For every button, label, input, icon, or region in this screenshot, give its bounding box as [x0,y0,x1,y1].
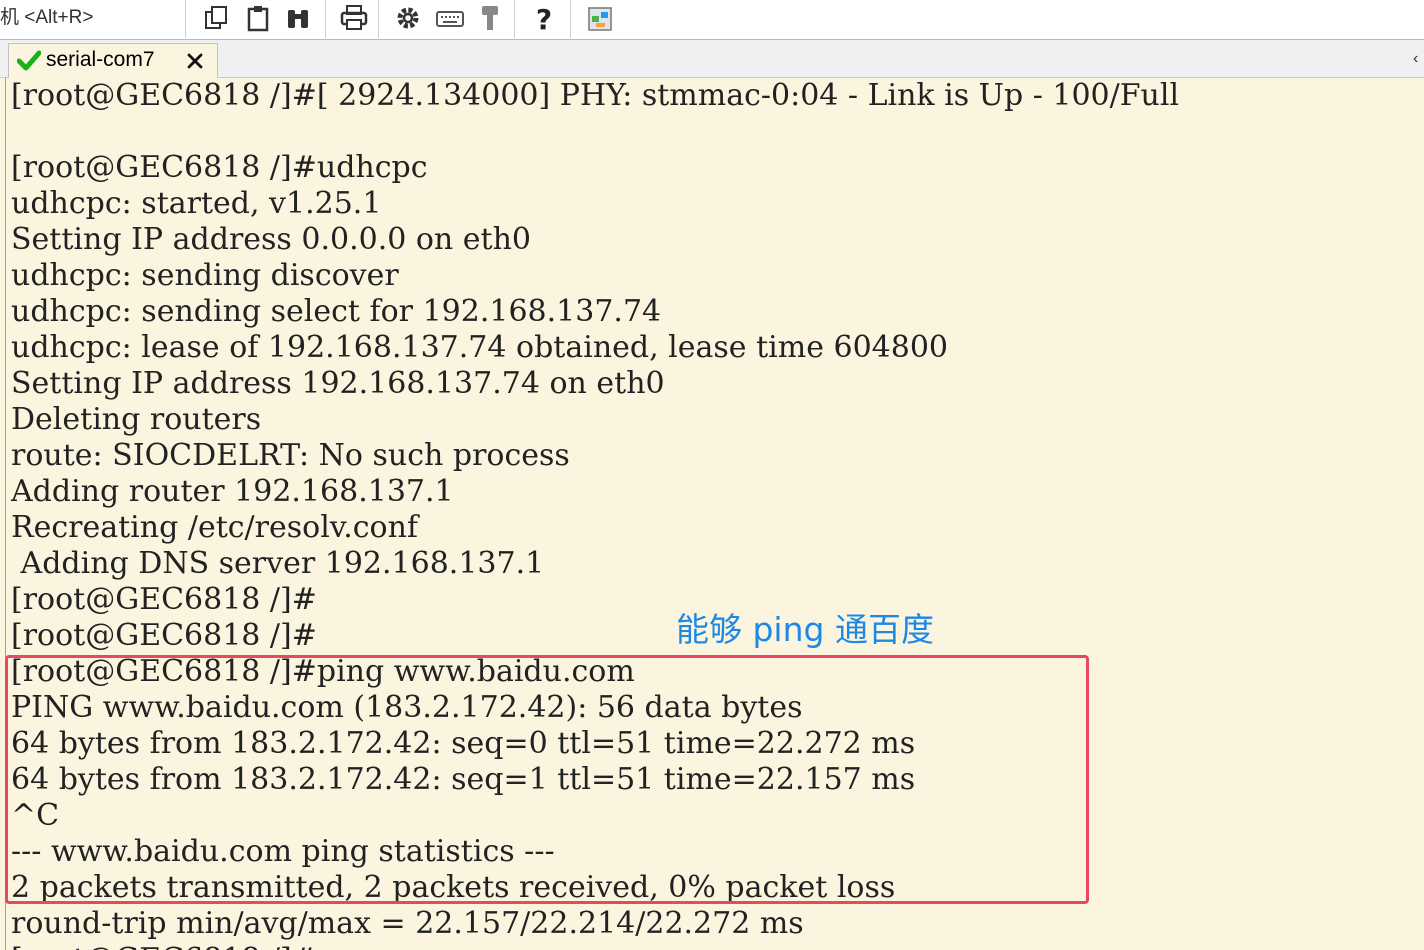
terminal-line: [root@GEC6818 /]# [11,582,317,617]
tab-bar: serial-com7 ‹ [0,40,1424,78]
tab-scroll-left-icon[interactable]: ‹ [1413,50,1418,68]
shortcut-hint: 机 <Alt+R> [0,7,94,28]
terminal-line: udhcpc: lease of 192.168.137.74 obtained… [11,330,949,365]
terminal-line: Recreating /etc/resolv.conf [11,510,419,545]
terminal-line: Adding router 192.168.137.1 [11,474,454,509]
terminal-line: Setting IP address 192.168.137.74 on eth… [11,366,665,401]
terminal-line: Adding DNS server 192.168.137.1 [11,546,545,581]
svg-text:?: ? [536,3,552,34]
terminal-line: [root@GEC6818 /]# [11,618,317,653]
terminal-line: Setting IP address 0.0.0.0 on eth0 [11,222,531,257]
screen-icon[interactable] [584,2,616,34]
help-icon[interactable]: ? [528,2,560,34]
terminal-line: route: SIOCDELRT: No such process [11,438,570,473]
annotation-label: 能够 ping 通百度 [676,610,934,649]
terminal-line: [root@GEC6818 /]#udhcpc [11,150,428,185]
check-icon [16,50,42,72]
toolbar-separator [185,0,186,38]
find-icon[interactable] [282,2,314,34]
paste-icon[interactable] [242,2,274,34]
toolbar-separator [514,0,515,38]
tab-label: serial-com7 [46,48,155,71]
gear-icon[interactable] [392,2,424,34]
toolbar: 机 <Alt+R> ? [0,0,1424,40]
highlight-box [5,655,1089,904]
terminal-line: [root@GEC6818 /]#[ 2924.134000] PHY: stm… [11,78,1180,113]
toolbar-separator [570,0,571,38]
toolbar-separator [325,0,326,38]
terminal-line: udhcpc: sending discover [11,258,399,293]
toolbar-separator [378,0,379,38]
terminal-line: [root@GEC6818 /]# [11,942,317,950]
copy-icon[interactable] [200,2,232,34]
close-icon[interactable] [183,49,207,73]
terminal-line: udhcpc: started, v1.25.1 [11,186,382,221]
keyboard-icon[interactable] [434,2,466,34]
terminal-line: udhcpc: sending select for 192.168.137.7… [11,294,662,329]
terminal-line: Deleting routers [11,402,262,437]
tab-serial-com7[interactable]: serial-com7 [8,43,218,78]
terminal-line: round-trip min/avg/max = 22.157/22.214/2… [11,906,804,941]
key-icon[interactable] [474,2,506,34]
print-icon[interactable] [338,2,370,34]
